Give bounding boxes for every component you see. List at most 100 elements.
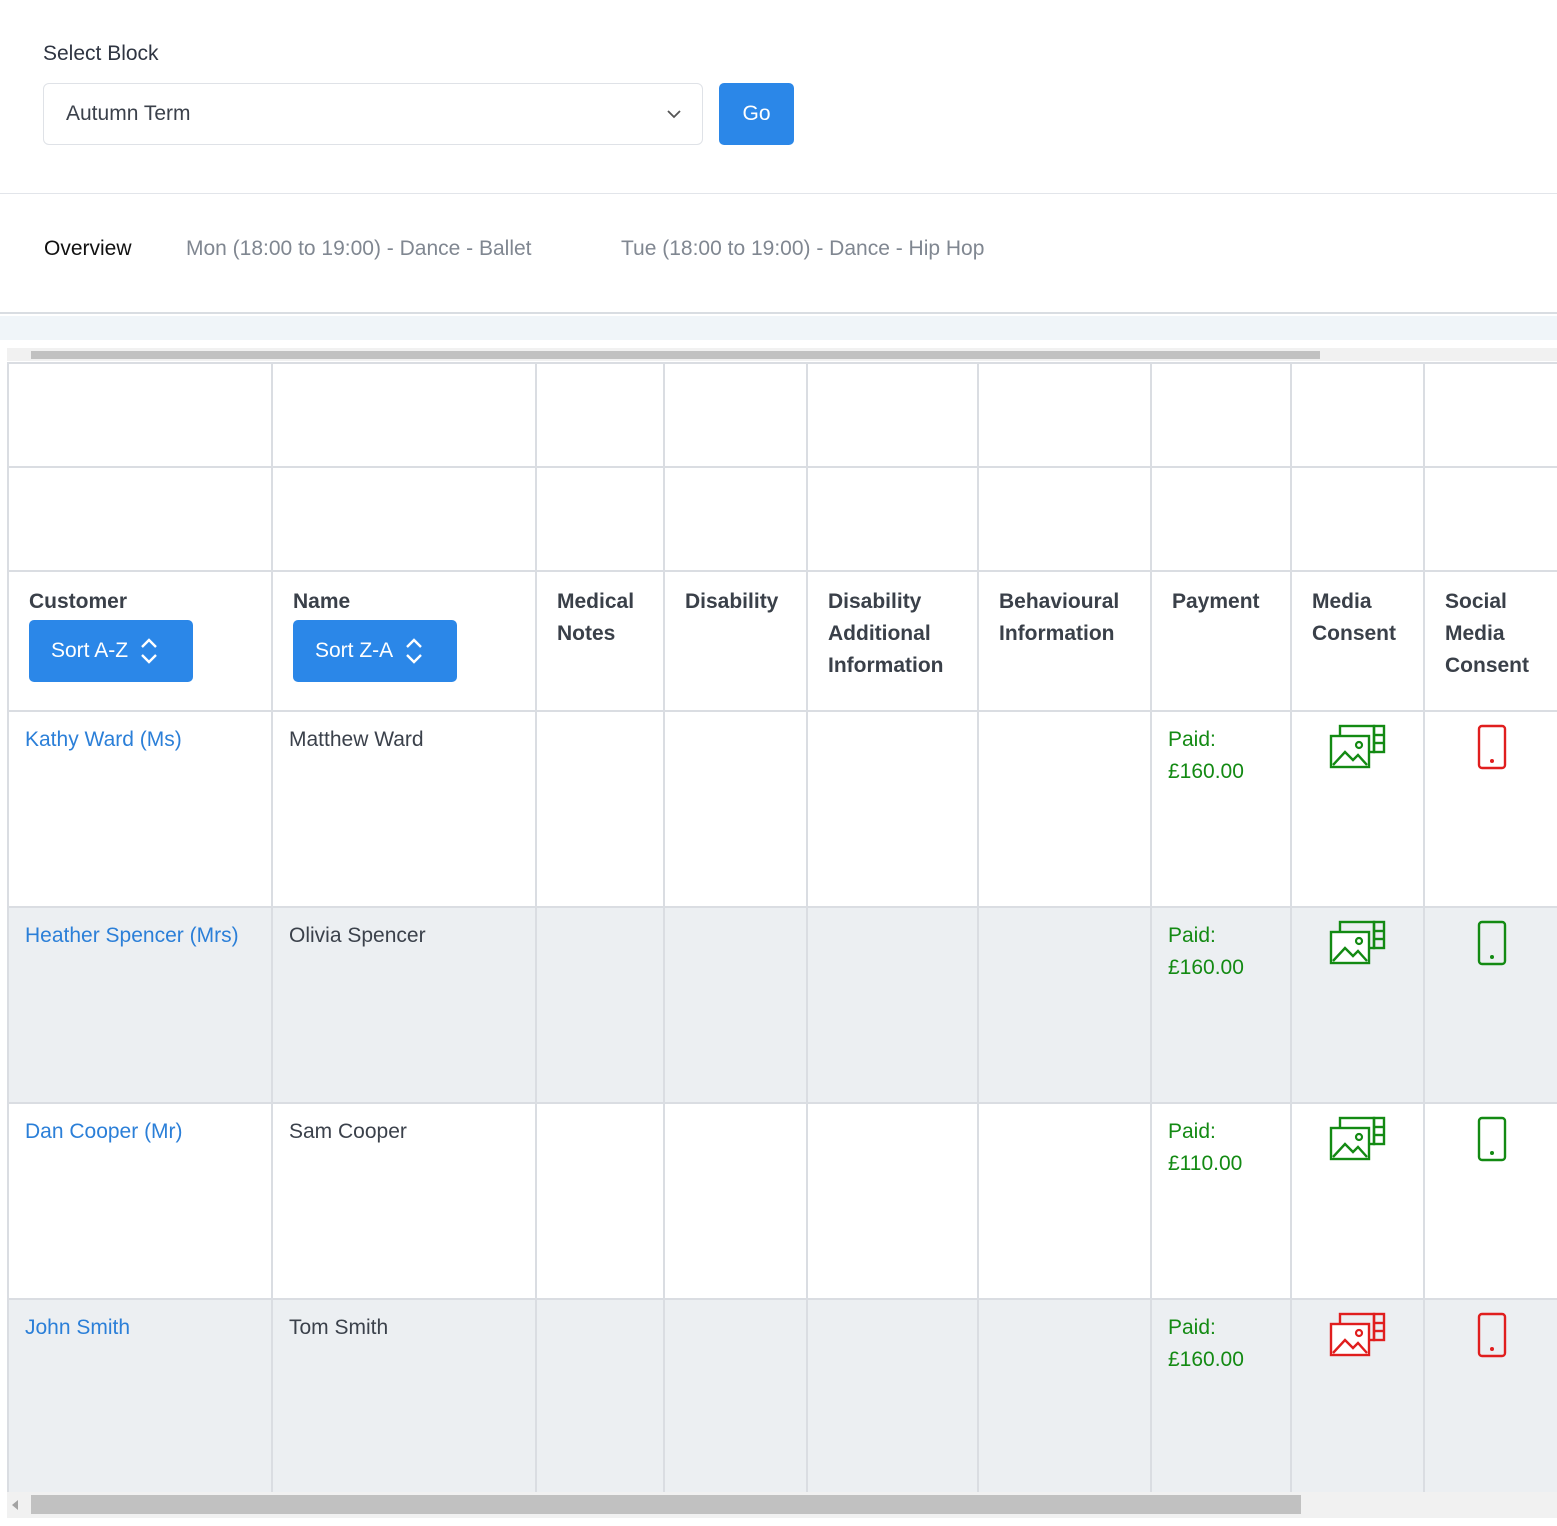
behavioural-cell	[977, 1298, 1152, 1492]
customer-link[interactable]: John Smith	[25, 1316, 130, 1339]
header-disability: Disability	[663, 570, 808, 712]
participants-table-container: Customer Sort A-Z Name Sort Z-A Medical …	[7, 362, 1557, 1492]
participant-name: Olivia Spencer	[289, 924, 426, 947]
name-cell: Sam Cooper	[271, 1102, 537, 1300]
payment-amount: £160.00	[1168, 956, 1244, 979]
blank-header-row	[7, 466, 1557, 572]
sort-name-button[interactable]: Sort Z-A	[293, 620, 457, 682]
media-gallery-icon	[1329, 1312, 1385, 1357]
header-name: Name Sort Z-A	[271, 570, 537, 712]
customer-cell: Heather Spencer (Mrs)	[7, 906, 273, 1104]
header-payment: Payment	[1150, 570, 1292, 712]
select-block-label: Select Block	[43, 42, 159, 65]
table-row: Kathy Ward (Ms) Matthew Ward Paid: £160.00	[7, 710, 1557, 908]
medical-notes-cell	[535, 1102, 665, 1300]
participants-table: Customer Sort A-Z Name Sort Z-A Medical …	[7, 362, 1557, 1492]
media-consent-cell	[1290, 1298, 1425, 1492]
payment-label: Paid:	[1168, 1120, 1216, 1143]
column-header-row: Customer Sort A-Z Name Sort Z-A Medical …	[7, 570, 1557, 712]
participant-name: Matthew Ward	[289, 728, 424, 751]
name-cell: Tom Smith	[271, 1298, 537, 1492]
disability-additional-cell	[806, 1298, 979, 1492]
disability-cell	[663, 1298, 808, 1492]
customer-link[interactable]: Heather Spencer (Mrs)	[25, 924, 239, 947]
disability-cell	[663, 906, 808, 1104]
top-scrollbar-thumb[interactable]	[31, 351, 1320, 359]
payment-amount: £160.00	[1168, 760, 1244, 783]
customer-link[interactable]: Dan Cooper (Mr)	[25, 1120, 183, 1143]
social-media-consent-cell	[1423, 1102, 1557, 1300]
media-gallery-icon	[1329, 1116, 1385, 1161]
behavioural-cell	[977, 710, 1152, 908]
table-row: John Smith Tom Smith Paid: £160.00	[7, 1298, 1557, 1492]
payment-cell: Paid: £110.00	[1150, 1102, 1292, 1300]
header-media-consent: Media Consent	[1290, 570, 1425, 712]
name-cell: Matthew Ward	[271, 710, 537, 908]
header-customer: Customer Sort A-Z	[7, 570, 273, 712]
social-media-consent-cell	[1423, 710, 1557, 908]
bottom-scrollbar-thumb[interactable]	[31, 1495, 1301, 1514]
behavioural-cell	[977, 906, 1152, 1104]
mobile-phone-icon	[1477, 724, 1507, 770]
participant-name: Tom Smith	[289, 1316, 389, 1339]
header-name-label: Name	[293, 590, 351, 613]
customer-cell: Dan Cooper (Mr)	[7, 1102, 273, 1300]
payment-amount: £110.00	[1168, 1152, 1243, 1175]
payment-amount: £160.00	[1168, 1348, 1244, 1371]
block-selector-section: Select Block Autumn Term Go	[0, 0, 1557, 194]
sort-customer-button[interactable]: Sort A-Z	[29, 620, 193, 682]
header-social-media-consent: Social Media Consent	[1423, 570, 1557, 712]
block-select-value: Autumn Term	[66, 102, 191, 125]
payment-label: Paid:	[1168, 924, 1216, 947]
scroll-left-arrow-icon[interactable]	[12, 1500, 18, 1510]
header-disability-additional: Disability Additional Information	[806, 570, 979, 712]
payment-label: Paid:	[1168, 728, 1216, 751]
customer-link[interactable]: Kathy Ward (Ms)	[25, 728, 182, 751]
media-gallery-icon	[1329, 724, 1385, 769]
mobile-phone-icon	[1477, 1116, 1507, 1162]
participant-rows: Kathy Ward (Ms) Matthew Ward Paid: £160.00 H…	[7, 710, 1557, 1492]
customer-cell: John Smith	[7, 1298, 273, 1492]
table-row: Dan Cooper (Mr) Sam Cooper Paid: £110.00	[7, 1102, 1557, 1300]
disability-additional-cell	[806, 710, 979, 908]
payment-cell: Paid: £160.00	[1150, 1298, 1292, 1492]
disability-cell	[663, 1102, 808, 1300]
session-tabs: Overview Mon (18:00 to 19:00) - Dance - …	[0, 195, 1557, 314]
media-gallery-icon	[1329, 920, 1385, 965]
mobile-phone-icon	[1477, 1312, 1507, 1358]
media-consent-cell	[1290, 1102, 1425, 1300]
social-media-consent-cell	[1423, 906, 1557, 1104]
table-row: Heather Spencer (Mrs) Olivia Spencer Paid:…	[7, 906, 1557, 1104]
header-medical-notes: Medical Notes	[535, 570, 665, 712]
sort-updown-icon	[141, 638, 157, 664]
chevron-down-icon	[667, 110, 681, 119]
disability-additional-cell	[806, 1102, 979, 1300]
disability-additional-cell	[806, 906, 979, 1104]
payment-label: Paid:	[1168, 1316, 1216, 1339]
blank-header-row	[7, 362, 1557, 468]
go-button[interactable]: Go	[719, 83, 794, 145]
block-select-dropdown[interactable]: Autumn Term	[43, 83, 703, 145]
behavioural-cell	[977, 1102, 1152, 1300]
sort-updown-icon	[406, 638, 423, 664]
bottom-horizontal-scrollbar[interactable]	[7, 1492, 1557, 1518]
customer-cell: Kathy Ward (Ms)	[7, 710, 273, 908]
medical-notes-cell	[535, 906, 665, 1104]
media-consent-cell	[1290, 906, 1425, 1104]
tab-overview[interactable]: Overview	[44, 237, 132, 261]
payment-cell: Paid: £160.00	[1150, 906, 1292, 1104]
sort-name-label: Sort Z-A	[315, 639, 394, 662]
header-customer-label: Customer	[29, 590, 128, 613]
media-consent-cell	[1290, 710, 1425, 908]
mobile-phone-icon	[1477, 920, 1507, 966]
medical-notes-cell	[535, 710, 665, 908]
info-strip	[0, 316, 1557, 340]
tab-mon-ballet[interactable]: Mon (18:00 to 19:00) - Dance - Ballet	[186, 237, 532, 261]
header-behavioural: Behavioural Information	[977, 570, 1152, 712]
medical-notes-cell	[535, 1298, 665, 1492]
tab-tue-hip-hop[interactable]: Tue (18:00 to 19:00) - Dance - Hip Hop	[621, 237, 984, 261]
top-horizontal-scrollbar[interactable]	[7, 348, 1557, 361]
sort-customer-label: Sort A-Z	[51, 639, 129, 662]
social-media-consent-cell	[1423, 1298, 1557, 1492]
disability-cell	[663, 710, 808, 908]
